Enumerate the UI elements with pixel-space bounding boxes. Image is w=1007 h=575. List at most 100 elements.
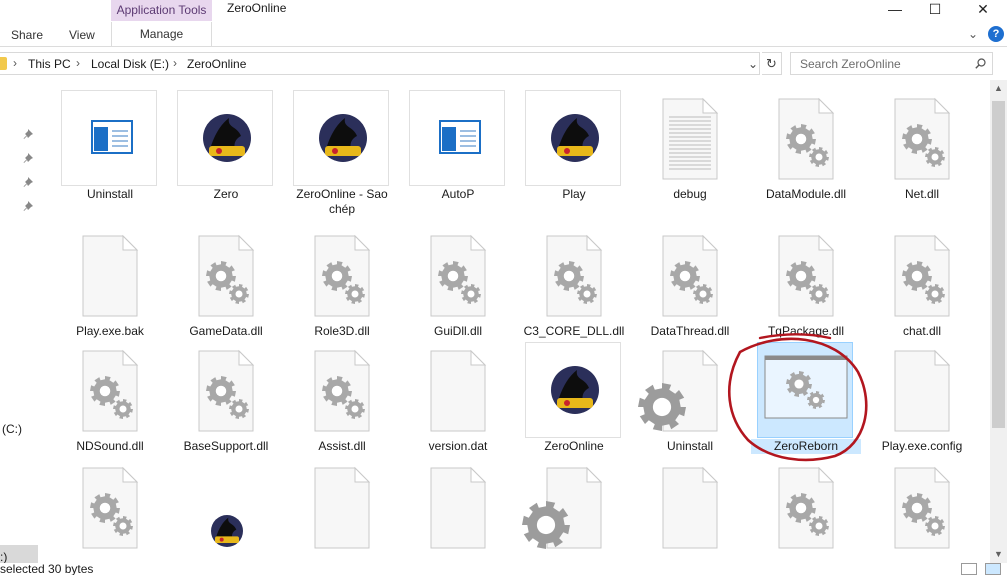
logo-banner xyxy=(325,146,361,156)
file-item[interactable]: AutoP xyxy=(403,90,513,218)
file-item[interactable]: debug xyxy=(635,90,745,218)
game-logo-icon xyxy=(203,114,251,162)
file-name: C3_CORE_DLL.dll xyxy=(523,324,625,338)
vertical-scrollbar[interactable]: ▲ ▼ xyxy=(990,80,1007,563)
file-item[interactable]: BaseSupport.dll xyxy=(171,342,281,470)
file-item[interactable]: version.dat xyxy=(403,342,513,470)
gear-hole xyxy=(795,133,807,145)
gear-hole xyxy=(815,290,823,298)
file-item[interactable] xyxy=(519,459,629,563)
file-item[interactable] xyxy=(867,459,977,563)
file-name: DataThread.dll xyxy=(650,324,730,338)
file-item[interactable]: Assist.dll xyxy=(287,342,397,470)
file-item[interactable]: Zero xyxy=(171,90,281,218)
scroll-down-arrow-icon[interactable]: ▼ xyxy=(990,546,1007,563)
file-item[interactable]: ZeroReborn xyxy=(751,342,861,470)
page-fold xyxy=(122,234,139,251)
file-item[interactable]: C3_CORE_DLL.dll xyxy=(519,227,629,355)
file-item[interactable]: Play.exe.config xyxy=(867,342,977,470)
logo-banner xyxy=(557,398,593,408)
close-button[interactable]: ✕ xyxy=(960,0,1006,20)
ribbon-tab-manage[interactable]: Manage xyxy=(111,22,212,46)
window-titlebar xyxy=(765,356,847,360)
dll-gear-icon xyxy=(894,97,951,180)
dll-gear-icon xyxy=(894,234,951,317)
file-name: NDSound.dll xyxy=(76,439,144,453)
page-fold xyxy=(354,349,371,366)
ribbon-collapse-chevron-icon[interactable]: ⌄ xyxy=(968,27,978,41)
ribbon-tab-share[interactable]: Share xyxy=(11,28,43,42)
file-name: Role3D.dll xyxy=(314,324,370,338)
details-view-icon[interactable] xyxy=(961,563,977,575)
dll-gear-icon xyxy=(778,234,835,317)
breadcrumb-local-disk[interactable]: Local Disk (E:) xyxy=(91,57,169,71)
blank-file-icon xyxy=(82,234,139,317)
page-fold xyxy=(702,349,719,366)
file-item[interactable] xyxy=(635,459,745,563)
address-history-chevron-icon[interactable]: ⌄ xyxy=(748,57,758,71)
dll-gear-icon xyxy=(430,234,487,317)
file-item[interactable] xyxy=(751,459,861,563)
dll-gear-icon xyxy=(778,466,835,549)
gear-hole xyxy=(331,385,343,397)
search-box[interactable]: Search ZeroOnline xyxy=(790,52,993,75)
file-item[interactable]: Play.exe.bak xyxy=(55,227,165,355)
address-bar[interactable]: › This PC › Local Disk (E:) › ZeroOnline xyxy=(0,52,760,75)
file-item[interactable]: Uninstall xyxy=(55,90,165,218)
page-fold xyxy=(934,349,951,366)
page-fold xyxy=(818,234,835,251)
file-item[interactable] xyxy=(403,459,513,563)
file-item[interactable]: GuiDll.dll xyxy=(403,227,513,355)
logo-accent xyxy=(564,148,570,154)
refresh-button[interactable]: ↻ xyxy=(762,52,782,75)
window-title: ZeroOnline xyxy=(227,1,287,15)
status-text: selected 30 bytes xyxy=(0,562,94,575)
gear-hole xyxy=(812,396,820,404)
dll-gear-icon xyxy=(662,234,719,317)
file-item[interactable] xyxy=(287,459,397,563)
breadcrumb-this-pc[interactable]: This PC xyxy=(28,57,71,71)
file-item[interactable]: TqPackage.dll xyxy=(751,227,861,355)
file-name: version.dat xyxy=(428,439,488,453)
file-item[interactable]: Net.dll xyxy=(867,90,977,218)
file-item[interactable]: chat.dll xyxy=(867,227,977,355)
blank-file-gear-icon xyxy=(546,466,603,549)
gear-hole xyxy=(795,270,807,282)
file-item[interactable]: ZeroOnline - Sao chép xyxy=(287,90,397,218)
ribbon-tab-view[interactable]: View xyxy=(69,28,95,42)
page-fold xyxy=(702,97,719,114)
window-pane xyxy=(94,127,108,151)
file-item[interactable]: NDSound.dll xyxy=(55,342,165,470)
logo-banner xyxy=(557,146,593,156)
breadcrumb-zeroonline[interactable]: ZeroOnline xyxy=(187,57,246,71)
large-icons-view-icon[interactable] xyxy=(985,563,1001,575)
gear-hole xyxy=(931,290,939,298)
scroll-up-arrow-icon[interactable]: ▲ xyxy=(990,80,1007,97)
search-placeholder: Search ZeroOnline xyxy=(800,57,901,71)
file-item[interactable]: DataModule.dll xyxy=(751,90,861,218)
app-window-icon xyxy=(91,120,133,154)
file-item[interactable]: Role3D.dll xyxy=(287,227,397,355)
search-icon[interactable] xyxy=(975,58,986,69)
logo-accent xyxy=(564,400,570,406)
maximize-button[interactable]: ☐ xyxy=(912,0,958,20)
dll-gear-icon xyxy=(314,234,371,317)
file-item[interactable]: Play xyxy=(519,90,629,218)
page-fold xyxy=(818,466,835,483)
gear-hole xyxy=(119,405,127,413)
file-item[interactable]: GameData.dll xyxy=(171,227,281,355)
game-logo-icon xyxy=(211,515,243,547)
file-item[interactable]: DataThread.dll xyxy=(635,227,745,355)
help-icon[interactable]: ? xyxy=(988,26,1004,42)
file-item[interactable]: Uninstall xyxy=(635,342,745,470)
file-name: debug xyxy=(673,187,707,201)
application-tools-context-tab[interactable]: Application Tools xyxy=(111,0,212,21)
ribbon-divider xyxy=(0,46,1007,47)
dll-gear-icon xyxy=(82,349,139,432)
page-fold xyxy=(238,234,255,251)
scrollbar-thumb[interactable] xyxy=(992,101,1005,428)
logo-accent xyxy=(219,537,224,542)
file-item[interactable] xyxy=(171,459,281,563)
file-item[interactable]: ZeroOnline xyxy=(519,342,629,470)
file-item[interactable] xyxy=(55,459,165,563)
